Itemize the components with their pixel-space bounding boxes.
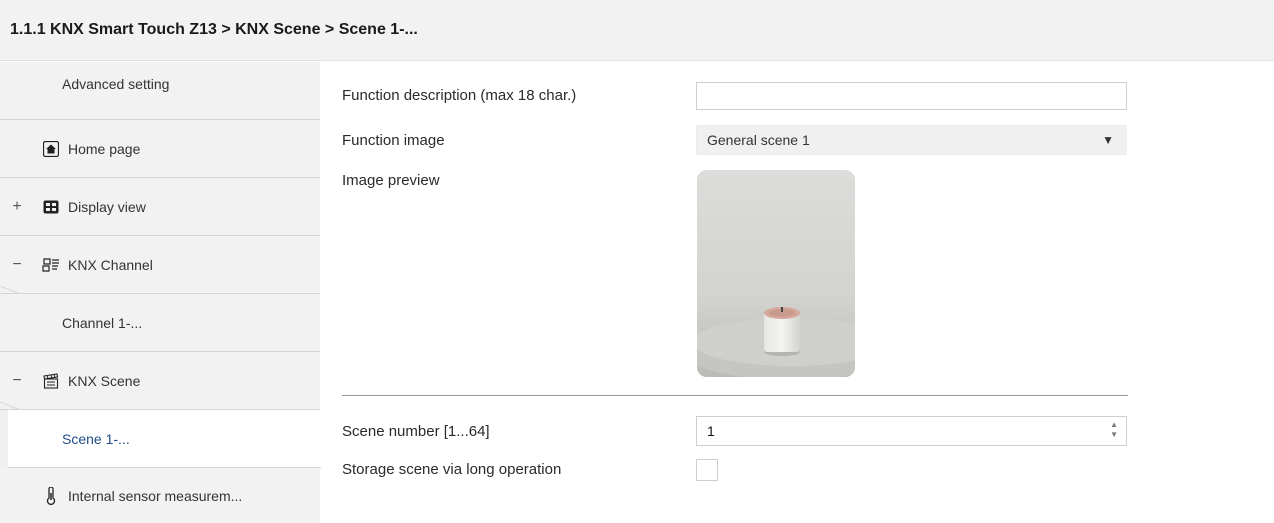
expand-icon[interactable]: + [10, 198, 24, 216]
function-description-input[interactable] [696, 82, 1127, 110]
sidebar-item-label: Scene 1-... [62, 430, 130, 447]
spinner-arrows-icon[interactable]: ▲ ▼ [1110, 420, 1118, 440]
collapse-icon[interactable]: − [10, 256, 24, 274]
image-preview [697, 170, 855, 377]
tree-connector [0, 402, 50, 410]
section-divider [342, 395, 1128, 396]
storage-scene-label: Storage scene via long operation [342, 461, 562, 478]
function-image-select[interactable]: General scene 1 ▼ [696, 125, 1127, 155]
storage-scene-checkbox[interactable] [696, 459, 718, 481]
image-preview-label: Image preview [342, 172, 440, 189]
display-view-icon [42, 198, 60, 216]
sidebar-item-display-view[interactable]: + Display view [0, 178, 320, 236]
home-icon [42, 140, 60, 158]
breadcrumb: 1.1.1 KNX Smart Touch Z13 > KNX Scene > … [0, 0, 1274, 61]
scene-number-input[interactable]: 1 ▲ ▼ [696, 416, 1127, 446]
parameter-panel: Function description (max 18 char.) Func… [320, 62, 1274, 523]
sidebar-item-label: KNX Scene [68, 372, 141, 389]
sidebar-item-internal-sensor[interactable]: Internal sensor measurem... [0, 468, 320, 523]
sidebar-item-home-page[interactable]: Home page [0, 120, 320, 178]
channel-icon [42, 256, 60, 274]
sidebar-item-label: Internal sensor measurem... [68, 487, 243, 504]
sidebar-item-scene-1[interactable]: Scene 1-... [8, 410, 321, 468]
candle-image [697, 170, 855, 377]
collapse-icon[interactable]: − [10, 372, 24, 390]
sidebar: Advanced setting Home page + Display vie… [0, 62, 321, 523]
sidebar-item-label: Advanced setting [62, 76, 170, 92]
tree-connector [0, 286, 50, 294]
sidebar-item-label: KNX Channel [68, 256, 153, 273]
function-description-label: Function description (max 18 char.) [342, 87, 577, 104]
function-image-value: General scene 1 [707, 132, 810, 148]
sidebar-item-channel-1[interactable]: Channel 1-... [0, 294, 320, 352]
thermometer-icon [42, 486, 60, 505]
sidebar-item-advanced-setting[interactable]: Advanced setting [0, 62, 320, 120]
dropdown-arrow-icon: ▼ [1102, 133, 1114, 147]
scene-number-value: 1 [707, 423, 715, 439]
sidebar-item-label: Home page [68, 140, 141, 157]
scene-number-label: Scene number [1...64] [342, 423, 490, 440]
scene-icon [42, 372, 60, 390]
function-image-label: Function image [342, 132, 445, 149]
sidebar-item-label: Display view [68, 198, 146, 215]
sidebar-item-label: Channel 1-... [62, 314, 143, 331]
